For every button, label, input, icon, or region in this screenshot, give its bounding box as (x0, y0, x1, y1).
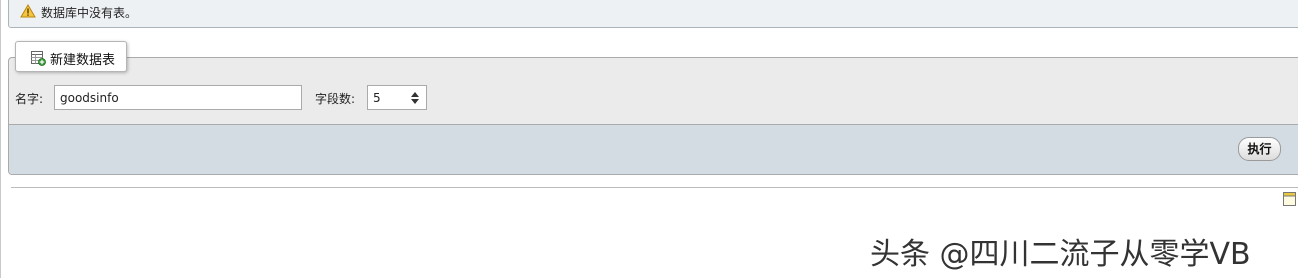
notice-text: 数据库中没有表。 (41, 6, 138, 20)
table-name-input[interactable] (54, 85, 302, 110)
go-button[interactable]: 执行 (1238, 137, 1281, 161)
note-icon[interactable] (1283, 192, 1296, 206)
divider (11, 187, 1298, 188)
create-table-legend: 新建数据表 (15, 41, 127, 72)
watermark-text: 头条 @四川二流子从零学VB (870, 237, 1251, 272)
columns-count-stepper[interactable]: 5 (367, 85, 427, 110)
warning-icon (20, 4, 36, 18)
columns-count-label: 字段数: (315, 92, 356, 106)
left-border (0, 0, 1, 278)
form-footer (9, 124, 1298, 174)
table-name-label: 名字: (15, 92, 44, 106)
spinner-arrows-icon[interactable] (411, 91, 419, 105)
columns-count-value: 5 (373, 91, 381, 105)
notice-box: 数据库中没有表。 (8, 0, 1298, 28)
legend-label: 新建数据表 (50, 53, 116, 68)
new-table-icon (31, 51, 46, 66)
